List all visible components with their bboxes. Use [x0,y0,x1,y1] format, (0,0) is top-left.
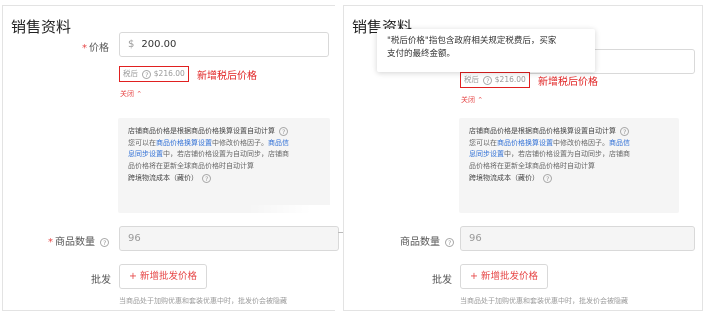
add-wholesale-price-button[interactable]: + 新增批发价格 [119,264,207,289]
price-conversion-settings-link[interactable]: 商品价格换算设置 [156,139,212,147]
help-icon[interactable]: ? [543,173,553,183]
after-tax-price: 税后 ? $216.00 [460,72,530,88]
required-mark: * [48,237,53,248]
wholesale-label: 批发 [432,275,452,286]
close-link[interactable]: 关闭 ⌃ [461,95,483,105]
section-title: 销售资料 [11,18,72,36]
quantity-label: * 商品数量 ? [48,233,110,248]
currency-symbol: $ [128,39,135,50]
help-icon[interactable]: ? [202,173,212,183]
help-icon[interactable]: ? [142,69,152,79]
product-sync-settings-link[interactable]: 息同步设置 [128,150,163,158]
quantity-input[interactable]: 96 [119,226,339,251]
after-tax-price: 税后 ? $216.00 [119,66,189,82]
chevron-up-icon: ⌃ [477,96,484,104]
chevron-up-icon: ⌃ [136,90,143,98]
wholesale-hint: 当商品处于加购优惠和套装优惠中时，批发价会被隐藏 [119,297,287,305]
price-label: * 价格 [82,43,109,54]
quantity-label: 商品数量 ? [400,233,455,248]
panel-edge-fade [248,205,338,223]
help-icon[interactable]: ? [483,75,493,85]
close-link[interactable]: 关闭 ⌃ [120,89,142,99]
help-icon[interactable]: ? [445,237,455,247]
price-info-box: 店铺商品价格是根据商品价格换算设置自动计算 ? 您可以在商品价格换算设置中修改价… [459,118,679,213]
add-wholesale-price-button[interactable]: + 新增批发价格 [460,264,548,289]
wholesale-label: 批发 [91,275,111,286]
wholesale-hint: 当商品处于加购优惠和套装优惠中时，批发价会被隐藏 [460,297,628,305]
new-after-tax-note: 新增税后价格 [538,77,598,88]
product-sync-settings-link[interactable]: 息同步设置 [469,150,504,158]
required-mark: * [82,43,87,54]
sales-info-panel-left: 销售资料 * 价格 $200.00 税后 ? $216.00 新增税后价格 关闭 … [2,5,339,311]
price-value: 200.00 [141,39,177,50]
help-icon[interactable]: ? [620,126,630,136]
price-info-box: 店铺商品价格是根据商品价格换算设置自动计算 ? 您可以在商品价格换算设置中修改价… [118,118,330,213]
help-icon[interactable]: ? [279,126,289,136]
after-tax-tooltip: "税后价格"指包含政府相关规定税费后，买家 支付的最终金额。 [377,29,595,72]
new-after-tax-note: 新增税后价格 [197,71,257,82]
price-input[interactable]: $200.00 [119,32,329,57]
quantity-input[interactable]: 96 [460,226,695,251]
help-icon[interactable]: ? [100,237,110,247]
price-conversion-settings-link[interactable]: 商品价格换算设置 [497,139,553,147]
